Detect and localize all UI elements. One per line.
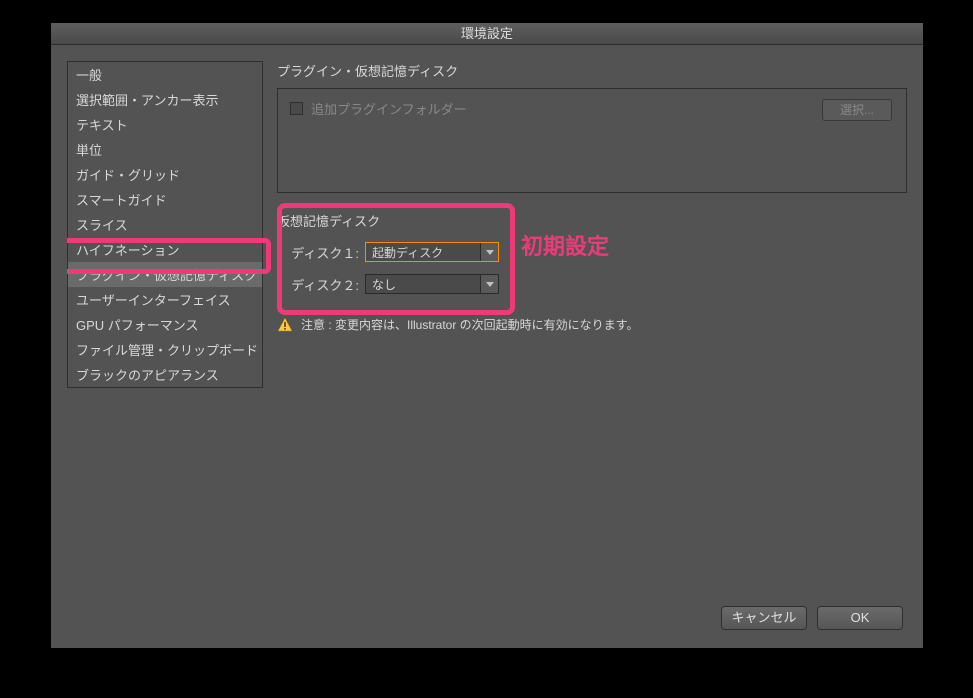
notice-row: 注意 : 変更内容は、Illustrator の次回起動時に有効になります。 bbox=[277, 316, 907, 333]
sidebar-item-general[interactable]: 一般 bbox=[68, 62, 262, 87]
sidebar-item-slice[interactable]: スライス bbox=[68, 212, 262, 237]
disk-2-label: ディスク２: bbox=[277, 275, 359, 294]
sidebar-item-units[interactable]: 単位 bbox=[68, 137, 262, 162]
main-row: 一般 選択範囲・アンカー表示 テキスト 単位 ガイド・グリッド スマートガイド … bbox=[67, 61, 907, 592]
annotation-initial-settings: 初期設定 bbox=[521, 229, 609, 261]
scratch-disk-group: 初期設定 仮想記憶ディスク ディスク１: 起動ディスク ディスク２: なし bbox=[277, 211, 907, 294]
sidebar-item-file-clipboard[interactable]: ファイル管理・クリップボード bbox=[68, 337, 262, 362]
sidebar-wrap: 一般 選択範囲・アンカー表示 テキスト 単位 ガイド・グリッド スマートガイド … bbox=[67, 61, 263, 592]
sidebar-item-ui[interactable]: ユーザーインターフェイス bbox=[68, 287, 262, 312]
choose-folder-button[interactable]: 選択... bbox=[822, 99, 892, 121]
preferences-window: 環境設定 一般 選択範囲・アンカー表示 テキスト 単位 ガイド・グリッド スマー… bbox=[50, 22, 924, 649]
sidebar-item-hyphenation[interactable]: ハイフネーション bbox=[68, 237, 262, 262]
disk-1-value: 起動ディスク bbox=[372, 244, 443, 261]
plugin-folder-spacer bbox=[290, 118, 894, 176]
window-body: 一般 選択範囲・アンカー表示 テキスト 単位 ガイド・グリッド スマートガイド … bbox=[51, 45, 923, 648]
sidebar-item-plugins-scratch[interactable]: プラグイン・仮想記憶ディスク bbox=[68, 262, 262, 287]
window-title: 環境設定 bbox=[51, 23, 923, 45]
disk-2-dropdown[interactable]: なし bbox=[365, 274, 499, 294]
warning-icon bbox=[277, 317, 293, 333]
ok-button[interactable]: OK bbox=[817, 606, 903, 630]
scratch-disk-title: 仮想記憶ディスク bbox=[277, 211, 907, 230]
cancel-button[interactable]: キャンセル bbox=[721, 606, 807, 630]
sidebar-item-text[interactable]: テキスト bbox=[68, 112, 262, 137]
notice-text: 注意 : 変更内容は、Illustrator の次回起動時に有効になります。 bbox=[301, 316, 639, 333]
plugin-folder-row: 追加プラグインフォルダー bbox=[290, 99, 894, 118]
disk-row-2: ディスク２: なし bbox=[277, 274, 907, 294]
disk-2-value: なし bbox=[372, 276, 396, 293]
sidebar-item-guides-grid[interactable]: ガイド・グリッド bbox=[68, 162, 262, 187]
sidebar-item-smart-guides[interactable]: スマートガイド bbox=[68, 187, 262, 212]
dialog-footer: キャンセル OK bbox=[67, 606, 907, 632]
panel-heading: プラグイン・仮想記憶ディスク bbox=[277, 61, 907, 80]
additional-plugin-folder-checkbox[interactable] bbox=[290, 102, 303, 115]
plugin-folder-fieldset: 追加プラグインフォルダー 選択... bbox=[277, 88, 907, 193]
content-panel: プラグイン・仮想記憶ディスク 追加プラグインフォルダー 選択... 初期設定 仮… bbox=[277, 61, 907, 592]
sidebar-item-selection-anchor[interactable]: 選択範囲・アンカー表示 bbox=[68, 87, 262, 112]
chevron-down-icon bbox=[480, 275, 498, 293]
disk-1-dropdown[interactable]: 起動ディスク bbox=[365, 242, 499, 262]
disk-1-label: ディスク１: bbox=[277, 243, 359, 262]
sidebar-item-black-appearance[interactable]: ブラックのアピアランス bbox=[68, 362, 262, 387]
additional-plugin-folder-label: 追加プラグインフォルダー bbox=[311, 99, 467, 118]
category-sidebar: 一般 選択範囲・アンカー表示 テキスト 単位 ガイド・グリッド スマートガイド … bbox=[67, 61, 263, 388]
chevron-down-icon bbox=[480, 243, 498, 261]
sidebar-item-gpu[interactable]: GPU パフォーマンス bbox=[68, 312, 262, 337]
